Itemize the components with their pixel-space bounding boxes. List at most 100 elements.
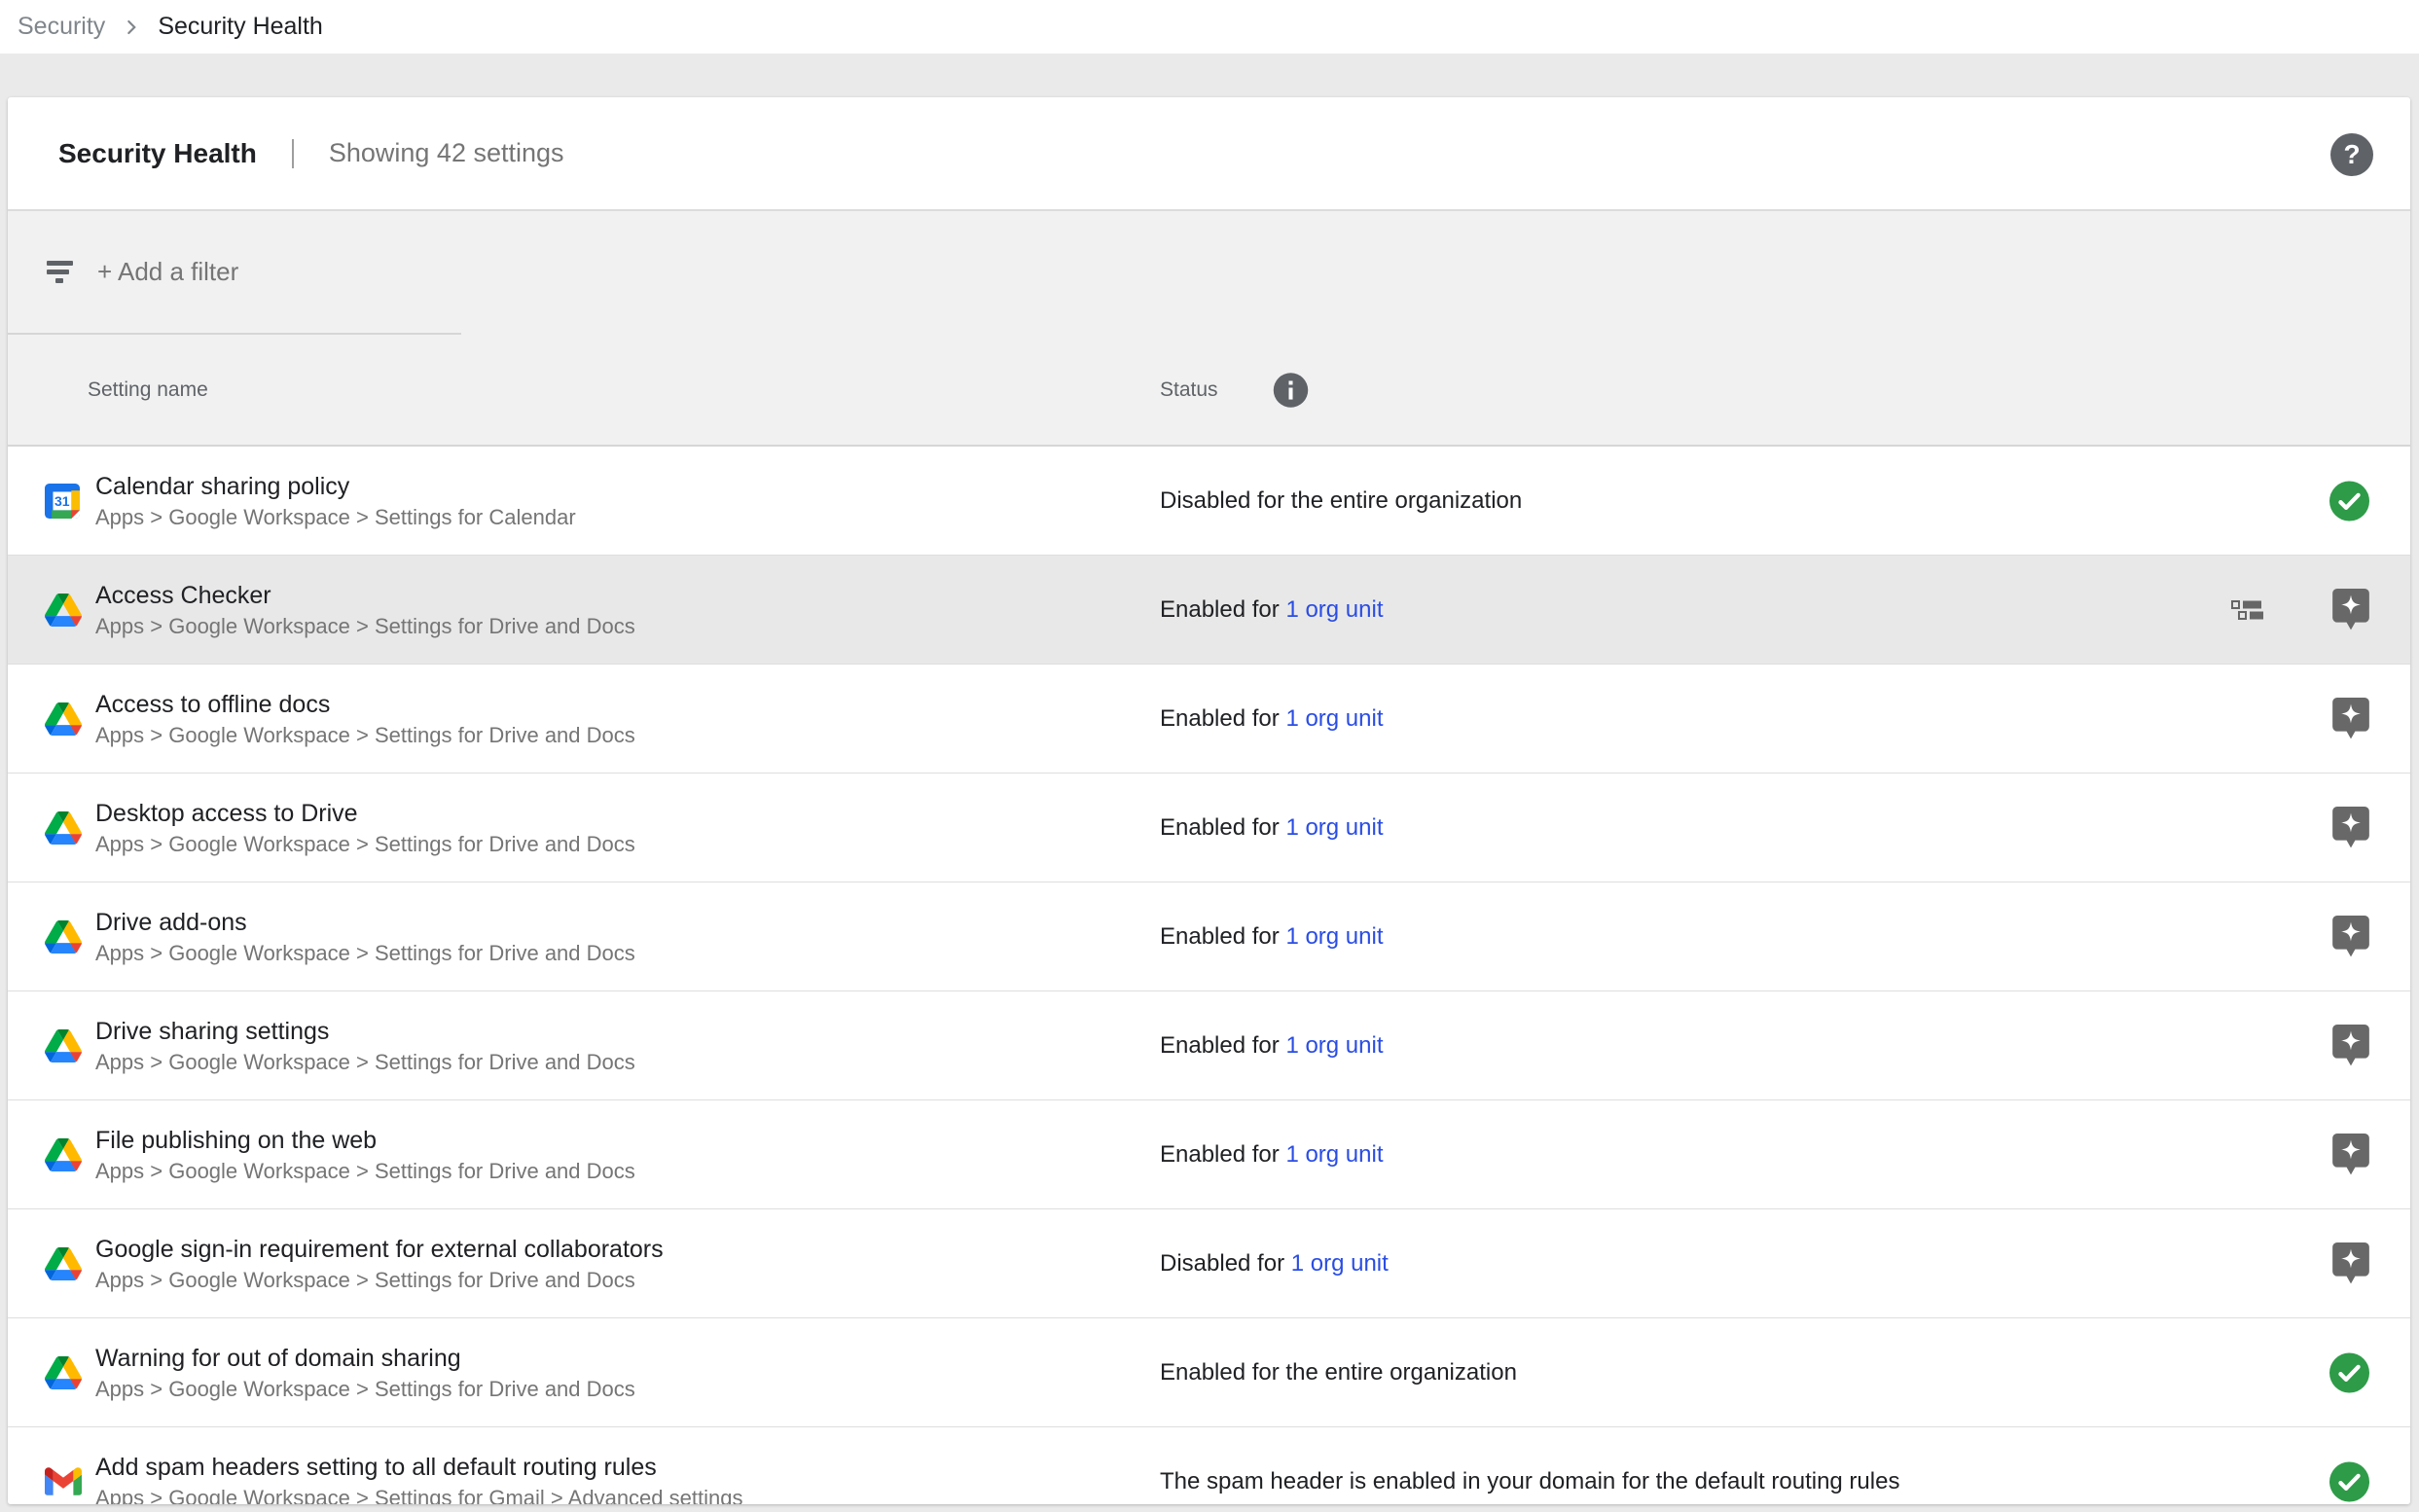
org-unit-link[interactable]: 1 org unit [1285,814,1383,841]
column-header-status: Status [1160,378,1218,402]
status-text: Enabled for [1160,596,1280,623]
breadcrumb: Security Security Health [0,0,2419,54]
setting-path: Apps > Google Workspace > Settings for D… [95,612,1160,641]
setting-path: Apps > Google Workspace > Settings for C… [95,503,1160,532]
settings-count: Showing 42 settings [329,138,564,168]
status-indicator [2332,1134,2369,1176]
setting-status: Enabled for 1 org unit [1160,596,2410,624]
setting-name: File publishing on the web [95,1124,1160,1157]
app-icon: 31 [45,1138,88,1171]
setting-status: Enabled for 1 org unit [1160,923,2410,951]
google-drive-icon [45,1029,82,1062]
setting-text: Access to offline docs Apps > Google Wor… [88,688,1160,750]
setting-status: Enabled for 1 org unit [1160,814,2410,842]
status-indicator [2329,1461,2369,1501]
org-unit-link[interactable]: 1 org unit [1285,1141,1383,1168]
status-indicator [2332,1025,2369,1067]
security-health-card: Security Health Showing 42 settings ? + … [8,97,2410,1504]
card-header: Security Health Showing 42 settings ? [8,97,2410,211]
status-indicator [2332,1242,2369,1285]
status-indicator [2332,589,2369,631]
recommendation-badge-icon[interactable] [2332,916,2369,958]
ok-check-icon [2329,1352,2369,1392]
filter-icon [47,261,74,283]
google-drive-icon [45,1356,82,1389]
setting-name: Access Checker [95,579,1160,612]
status-text: Enabled for [1160,1032,1280,1059]
table-header: Setting name Status [8,335,2410,445]
app-icon: 31 [45,811,88,845]
setting-name: Access to offline docs [95,688,1160,721]
org-unit-link[interactable]: 1 org unit [1291,1250,1389,1277]
setting-text: File publishing on the web Apps > Google… [88,1124,1160,1186]
status-indicator [2332,698,2369,740]
breadcrumb-security-health: Security Health [158,13,323,41]
setting-text: Drive sharing settings Apps > Google Wor… [88,1015,1160,1077]
setting-row[interactable]: 31 Access to offline docs Apps > Go [8,665,2410,774]
status-text: Enabled for [1160,923,1280,950]
status-text: Enabled for [1160,1141,1280,1168]
status-indicator [2329,481,2369,521]
setting-name: Add spam headers setting to all default … [95,1451,1160,1484]
setting-row[interactable]: 31 Calendar sharing policy Apps > G [8,447,2410,556]
setting-row[interactable]: 31 Drive sharing settings Apps > Go [8,991,2410,1100]
status-indicator [2332,807,2369,849]
setting-row[interactable]: 31 Add spam headers setting to all defau… [8,1427,2410,1504]
app-icon: 31 [45,1356,88,1389]
status-indicator [2329,1352,2369,1392]
breadcrumb-security[interactable]: Security [18,13,105,41]
org-unit-link[interactable]: 1 org unit [1285,596,1383,623]
setting-path: Apps > Google Workspace > Settings for D… [95,939,1160,968]
setting-name: Drive sharing settings [95,1015,1160,1048]
recommendation-badge-icon[interactable] [2332,589,2369,631]
setting-name: Warning for out of domain sharing [95,1342,1160,1375]
google-drive-icon [45,811,82,845]
status-text: The spam header is enabled in your domai… [1160,1468,1899,1494]
ok-check-icon [2329,481,2369,521]
org-unit-link[interactable]: 1 org unit [1285,705,1383,732]
recommendation-badge-icon[interactable] [2332,1025,2369,1067]
setting-path: Apps > Google Workspace > Settings for D… [95,1375,1160,1404]
recommendation-badge-icon[interactable] [2332,698,2369,740]
google-drive-icon [45,702,82,736]
app-icon: 31 [45,1029,88,1062]
add-filter-bar[interactable]: + Add a filter [8,211,2410,333]
add-filter-label: + Add a filter [97,257,238,287]
setting-name: Desktop access to Drive [95,797,1160,830]
setting-row[interactable]: 31 Warning for out of domain sharing [8,1318,2410,1427]
app-icon: 31 [45,1247,88,1280]
status-text: Enabled for the entire organization [1160,1359,1517,1386]
setting-path: Apps > Google Workspace > Settings for D… [95,1157,1160,1186]
setting-status: Disabled for 1 org unit [1160,1250,2410,1278]
setting-status: Enabled for 1 org unit [1160,705,2410,733]
recommendation-badge-icon[interactable] [2332,807,2369,849]
setting-row[interactable]: 31 Google sign-in requirement for extern… [8,1209,2410,1318]
google-drive-icon [45,1247,82,1280]
setting-text: Calendar sharing policy Apps > Google Wo… [88,470,1160,532]
setting-text: Google sign-in requirement for external … [88,1233,1160,1295]
setting-row[interactable]: 31 File publishing on the web Apps [8,1100,2410,1209]
setting-name: Calendar sharing policy [95,470,1160,503]
setting-path: Apps > Google Workspace > Settings for G… [95,1484,1160,1505]
app-icon: 31 [45,484,88,519]
org-unit-link[interactable]: 1 org unit [1285,1032,1383,1059]
recommendation-badge-icon[interactable] [2332,1242,2369,1285]
setting-text: Desktop access to Drive Apps > Google Wo… [88,797,1160,859]
recommendation-badge-icon[interactable] [2332,1134,2369,1176]
status-indicator [2332,916,2369,958]
setting-path: Apps > Google Workspace > Settings for D… [95,1266,1160,1295]
app-icon: 31 [45,702,88,736]
setting-row[interactable]: 31 Drive add-ons Apps > Google Work [8,882,2410,991]
org-units-icon[interactable] [2231,600,2264,620]
org-unit-link[interactable]: 1 org unit [1285,923,1383,950]
google-drive-icon [45,1138,82,1171]
help-icon[interactable]: ? [2330,133,2373,176]
gmail-icon [45,1467,82,1495]
setting-row[interactable]: 31 Access Checker Apps > Google Wor [8,556,2410,665]
status-text: Enabled for [1160,814,1280,841]
ok-check-icon [2329,1461,2369,1501]
setting-name: Google sign-in requirement for external … [95,1233,1160,1266]
setting-text: Add spam headers setting to all default … [88,1451,1160,1505]
setting-row[interactable]: 31 Desktop access to Drive Apps > G [8,774,2410,882]
status-info-icon[interactable] [1273,372,1309,408]
